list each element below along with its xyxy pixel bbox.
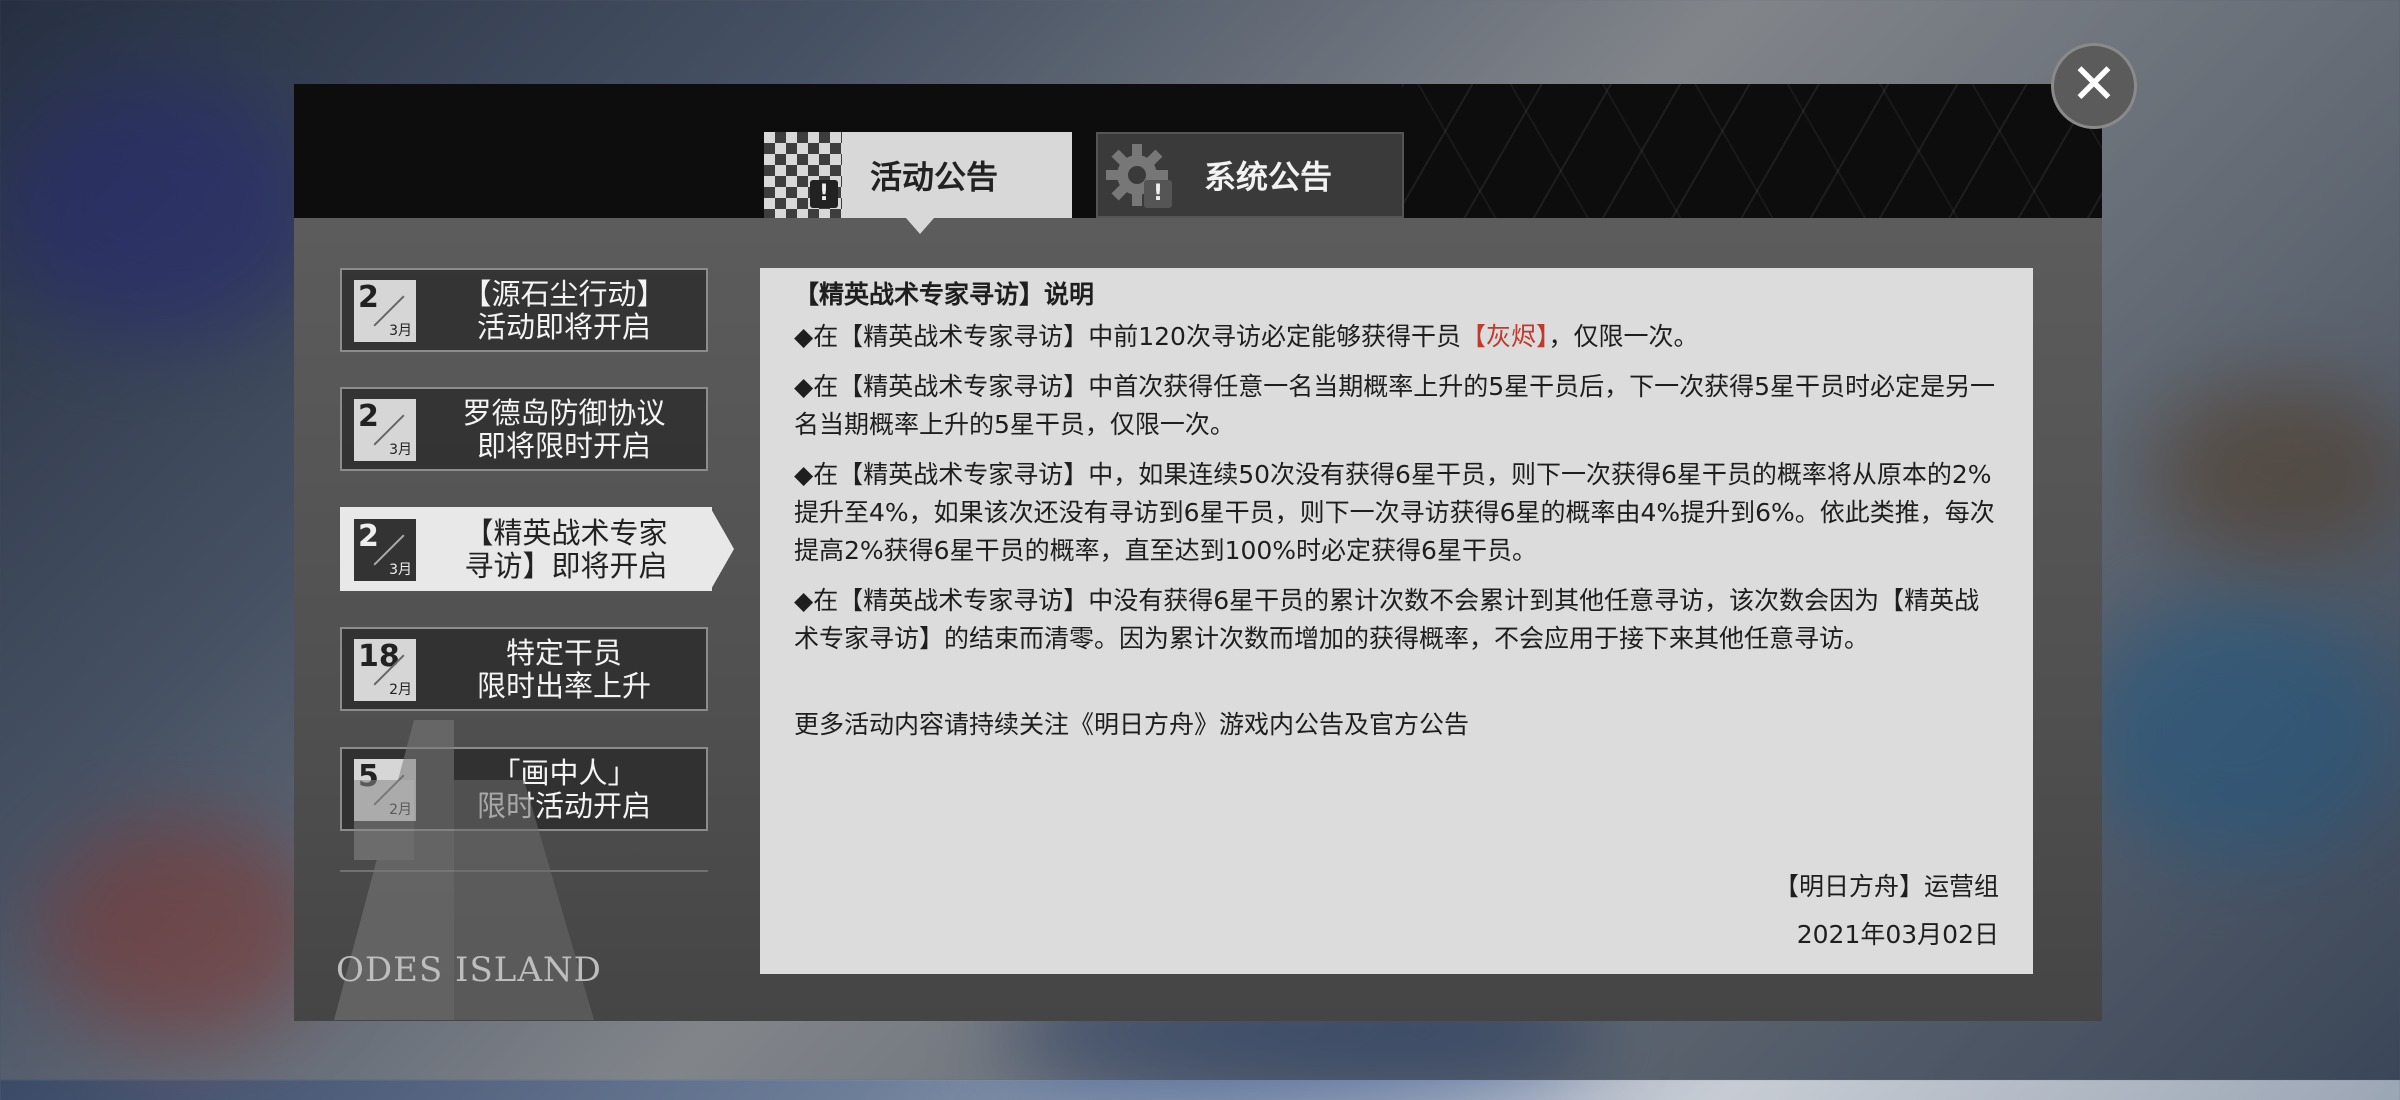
- signature-block: 【明日方舟】运营组 2021年03月02日: [1774, 858, 1999, 954]
- gear-alert-icon: !: [1098, 132, 1176, 218]
- content-paragraph: ◆在【精英战术专家寻访】中前120次寻访必定能够获得干员【灰烬】，仅限一次。: [794, 322, 1699, 351]
- tab-system-announcements[interactable]: ! 系统公告: [1096, 132, 1404, 218]
- date-month: 3月: [389, 562, 412, 578]
- signature: 【明日方舟】运营组: [1773, 872, 1999, 901]
- date-day: 2: [358, 399, 379, 434]
- date-badge: 2 3月: [354, 399, 416, 461]
- close-button[interactable]: ✕: [2051, 43, 2137, 129]
- date-month: 3月: [389, 323, 412, 339]
- content-title: 【精英战术专家寻访】说明: [794, 280, 1095, 309]
- tab-label: 活动公告: [870, 158, 999, 196]
- announcement-title: 罗德岛防御协议 即将限时开启: [462, 396, 666, 463]
- announcement-date: 2021年03月02日: [1796, 920, 1999, 949]
- announcement-title: 【精英战术专家 寻访】即将开启: [464, 516, 668, 583]
- logo-text: ODES ISLAND: [336, 950, 602, 990]
- content-paragraph: ◆在【精英战术专家寻访】中，如果连续50次没有获得6星干员，则下一次获得6星干员…: [794, 460, 1995, 565]
- highlight-operator: 【灰烬】: [1460, 322, 1549, 351]
- date-month: 3月: [389, 442, 412, 458]
- announcement-item-selected[interactable]: 2 3月 【精英战术专家 寻访】即将开启: [340, 507, 734, 591]
- announcement-item[interactable]: 2 3月 罗德岛防御协议 即将限时开启: [340, 387, 708, 471]
- content-paragraph: ◆在【精英战术专家寻访】中首次获得任意一名当期概率上升的5星干员后，下一次获得5…: [794, 372, 1996, 439]
- date-day: 2: [358, 280, 379, 315]
- content-paragraph: ◆在【精英战术专家寻访】中没有获得6星干员的累计次数不会累计到其他任意寻访，该次…: [794, 586, 1980, 653]
- announcement-item[interactable]: 2 3月 【源石尘行动】 活动即将开启: [340, 268, 708, 352]
- tab-event-announcements[interactable]: ! 活动公告: [764, 132, 1072, 218]
- tab-label: 系统公告: [1204, 158, 1333, 196]
- date-badge: 2 3月: [354, 519, 416, 581]
- announcement-content: 【精英战术专家寻访】说明 ◆在【精英战术专家寻访】中前120次寻访必定能够获得干…: [760, 268, 2033, 974]
- checker-alert-icon: !: [764, 132, 842, 218]
- announcement-title: 【源石尘行动】 活动即将开启: [462, 277, 666, 344]
- date-day: 2: [358, 519, 379, 554]
- date-badge: 2 3月: [354, 280, 416, 342]
- content-follow-note: 更多活动内容请持续关注《明日方舟》游戏内公告及官方公告: [794, 710, 1470, 739]
- tab-pointer: [906, 218, 934, 234]
